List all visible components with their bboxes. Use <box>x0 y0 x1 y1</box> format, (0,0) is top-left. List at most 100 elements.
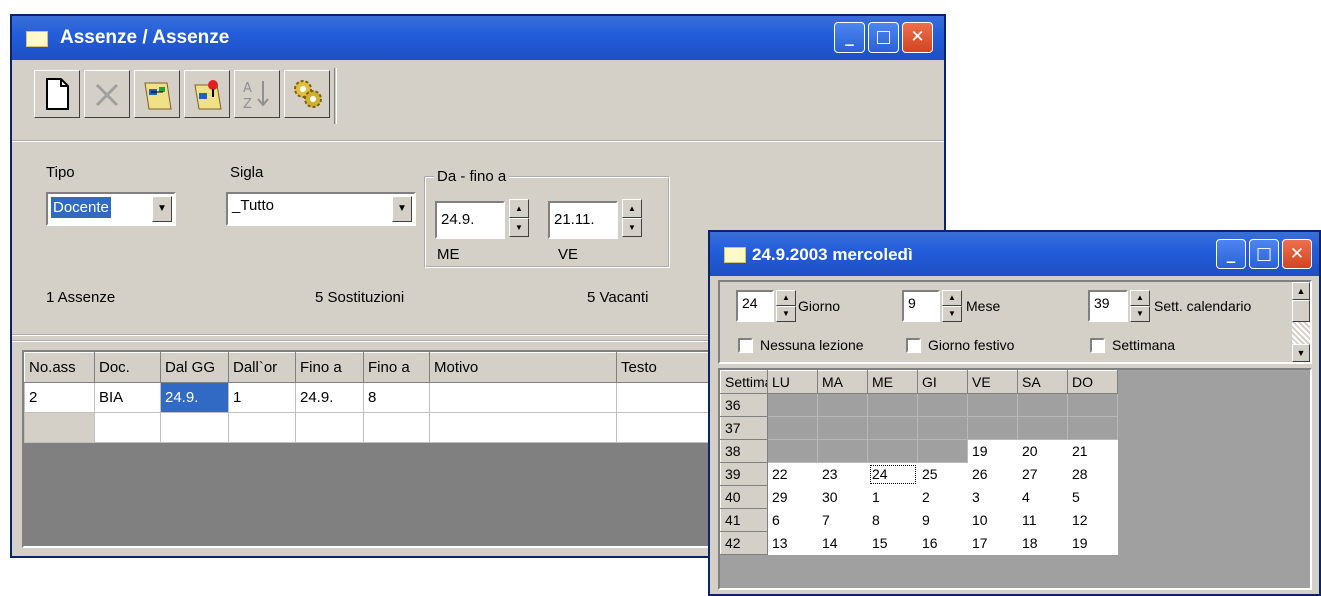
calendar-day[interactable]: 8 <box>868 509 918 532</box>
calendar-day[interactable]: 25 <box>918 463 968 486</box>
giorno-field[interactable]: 24 <box>736 290 774 322</box>
table-cell-selected[interactable]: 24.9. <box>160 382 229 413</box>
table-cell[interactable] <box>295 412 364 443</box>
calendar-day[interactable]: 14 <box>818 532 868 555</box>
week-number[interactable]: 36 <box>720 393 768 417</box>
calendar-day[interactable]: 16 <box>918 532 968 555</box>
sigla-dropdown-button[interactable]: ▼ <box>392 196 412 222</box>
scroll-up-icon[interactable]: ▲ <box>1292 282 1310 300</box>
calendar-day[interactable]: 7 <box>818 509 868 532</box>
calendar-day[interactable]: 1 <box>868 486 918 509</box>
tipo-select[interactable]: Docente ▼ <box>46 192 176 226</box>
giorno-spinner[interactable]: ▲ ▼ <box>776 290 796 322</box>
calendar-day[interactable]: 2 <box>918 486 968 509</box>
spin-up-icon[interactable]: ▲ <box>942 290 962 306</box>
week-number[interactable]: 38 <box>720 439 768 463</box>
giorno-festivo-checkbox[interactable] <box>906 338 921 353</box>
column-header[interactable]: Fino a <box>363 352 430 383</box>
calendar-day[interactable]: 29 <box>768 486 818 509</box>
table-cell[interactable] <box>160 412 229 443</box>
table-cell[interactable]: 24.9. <box>295 382 364 413</box>
settings-button[interactable] <box>284 70 330 118</box>
sigla-select[interactable]: _Tutto ▼ <box>226 192 416 226</box>
calendar-day[interactable]: 15 <box>868 532 918 555</box>
spin-down-icon[interactable]: ▼ <box>509 218 529 237</box>
assenze-title-bar[interactable]: Assenze / Assenze _ □ ✕ <box>12 16 944 60</box>
row-header-cell[interactable] <box>24 412 95 443</box>
calendar-day[interactable]: 28 <box>1068 463 1118 486</box>
table-cell[interactable]: 1 <box>228 382 296 413</box>
calendar-day[interactable]: 9 <box>918 509 968 532</box>
week-number[interactable]: 41 <box>720 508 768 532</box>
week-number[interactable]: 42 <box>720 531 768 555</box>
week-number[interactable]: 39 <box>720 462 768 486</box>
close-button[interactable]: ✕ <box>902 22 933 53</box>
column-header[interactable]: Dall`or <box>228 352 296 383</box>
to-date-field[interactable]: 21.11. <box>548 201 618 239</box>
calendar-day[interactable]: 3 <box>968 486 1018 509</box>
calendar-day[interactable]: 21 <box>1068 440 1118 463</box>
column-header[interactable]: No.ass <box>24 352 95 383</box>
new-document-button[interactable] <box>34 70 80 118</box>
from-date-field[interactable]: 24.9. <box>435 201 505 239</box>
table-cell[interactable] <box>429 412 617 443</box>
calendar-day[interactable]: 10 <box>968 509 1018 532</box>
column-header[interactable]: Fino a <box>295 352 364 383</box>
calendar-day[interactable]: 22 <box>768 463 818 486</box>
minimize-button[interactable]: _ <box>1216 239 1246 269</box>
calendar-day[interactable]: 6 <box>768 509 818 532</box>
mese-field[interactable]: 9 <box>902 290 940 322</box>
calendar-day[interactable]: 5 <box>1068 486 1118 509</box>
spin-up-icon[interactable]: ▲ <box>509 199 529 218</box>
table-cell[interactable] <box>94 412 161 443</box>
column-header[interactable]: Dal GG <box>160 352 229 383</box>
spin-up-icon[interactable]: ▲ <box>776 290 796 306</box>
maximize-button[interactable]: □ <box>868 22 899 53</box>
options-scrollbar[interactable]: ▲ ▼ <box>1292 282 1310 362</box>
spin-up-icon[interactable]: ▲ <box>1130 290 1150 306</box>
calendar-day[interactable]: 13 <box>768 532 818 555</box>
table-cell[interactable] <box>429 382 617 413</box>
maximize-button[interactable]: □ <box>1249 239 1279 269</box>
column-header[interactable]: Doc. <box>94 352 161 383</box>
calendar-day[interactable]: 26 <box>968 463 1018 486</box>
scroll-down-icon[interactable]: ▼ <box>1292 344 1310 362</box>
settimana-field[interactable]: 39 <box>1088 290 1128 322</box>
week-number[interactable]: 40 <box>720 485 768 509</box>
calendar-day[interactable]: 20 <box>1018 440 1068 463</box>
sort-button[interactable]: AZ <box>234 70 280 118</box>
table-cell[interactable]: 8 <box>363 382 430 413</box>
table-cell[interactable]: 2 <box>24 382 95 413</box>
calendar-day[interactable]: 11 <box>1018 509 1068 532</box>
spin-down-icon[interactable]: ▼ <box>776 306 796 322</box>
column-header[interactable]: Motivo <box>429 352 617 383</box>
table-cell[interactable]: BIA <box>94 382 161 413</box>
spin-down-icon[interactable]: ▼ <box>942 306 962 322</box>
calendar-day[interactable]: 12 <box>1068 509 1118 532</box>
calendar-day[interactable]: 19 <box>968 440 1018 463</box>
calendar-day[interactable]: 27 <box>1018 463 1068 486</box>
calendar-day[interactable]: 23 <box>818 463 868 486</box>
minimize-button[interactable]: _ <box>834 22 865 53</box>
week-number[interactable]: 37 <box>720 416 768 440</box>
calendar-title-bar[interactable]: 24.9.2003 mercoledì _ □ ✕ <box>710 232 1319 276</box>
spin-down-icon[interactable]: ▼ <box>1130 306 1150 322</box>
spin-down-icon[interactable]: ▼ <box>622 218 642 237</box>
calendar-day[interactable]: 18 <box>1018 532 1068 555</box>
absence-pin-button[interactable] <box>184 70 230 118</box>
nessuna-lezione-checkbox[interactable] <box>738 338 753 353</box>
absence-button[interactable] <box>134 70 180 118</box>
settimana-checkbox[interactable] <box>1090 338 1105 353</box>
calendar-day[interactable]: 17 <box>968 532 1018 555</box>
calendar-day-selected[interactable]: 24 <box>868 463 918 486</box>
from-date-spinner[interactable]: ▲ ▼ <box>509 199 529 237</box>
table-cell[interactable] <box>363 412 430 443</box>
spin-up-icon[interactable]: ▲ <box>622 199 642 218</box>
calendar-day[interactable]: 4 <box>1018 486 1068 509</box>
to-date-spinner[interactable]: ▲ ▼ <box>622 199 642 237</box>
table-row-new[interactable] <box>24 412 757 443</box>
calendar-day[interactable]: 30 <box>818 486 868 509</box>
mese-spinner[interactable]: ▲ ▼ <box>942 290 962 322</box>
tipo-dropdown-button[interactable]: ▼ <box>152 196 172 222</box>
settimana-spinner[interactable]: ▲ ▼ <box>1130 290 1150 322</box>
